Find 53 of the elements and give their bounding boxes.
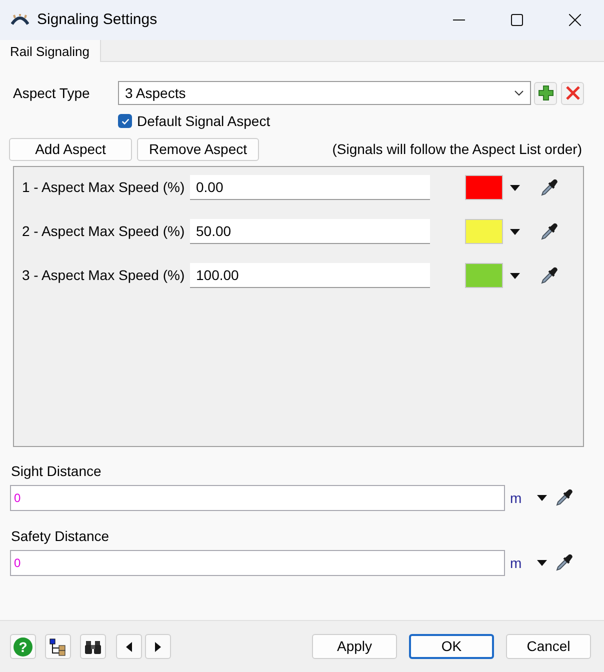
unit-label: m bbox=[510, 488, 522, 508]
help-button[interactable]: ? bbox=[10, 634, 36, 659]
aspect-type-dropdown[interactable]: 3 Aspects bbox=[118, 81, 531, 105]
color-swatch[interactable] bbox=[465, 263, 503, 288]
color-swatch[interactable] bbox=[465, 219, 503, 244]
window-title: Signaling Settings bbox=[37, 10, 158, 30]
close-icon bbox=[564, 85, 580, 101]
hint-text: (Signals will follow the Aspect List order) bbox=[332, 140, 582, 159]
eyedropper-icon[interactable] bbox=[554, 553, 574, 573]
app-logo-icon bbox=[11, 14, 29, 26]
checkbox[interactable] bbox=[118, 114, 132, 128]
speed-input[interactable]: 100.00 bbox=[190, 263, 430, 288]
previous-button[interactable] bbox=[116, 634, 142, 659]
add-button[interactable] bbox=[534, 82, 557, 104]
eyedropper-icon[interactable] bbox=[554, 488, 574, 508]
tree-view-button[interactable] bbox=[45, 634, 71, 659]
aspect-label: 2 - Aspect Max Speed (%) bbox=[22, 222, 186, 241]
speed-input[interactable]: 50.00 bbox=[190, 219, 430, 244]
speed-input[interactable]: 0.00 bbox=[190, 175, 430, 200]
maximize-icon[interactable] bbox=[511, 14, 523, 26]
caret-icon[interactable] bbox=[510, 272, 520, 278]
checkbox-label: Default Signal Aspect bbox=[137, 112, 270, 131]
aspect-label: 1 - Aspect Max Speed (%) bbox=[22, 178, 186, 197]
caret-icon[interactable] bbox=[510, 228, 520, 234]
next-button[interactable] bbox=[145, 634, 171, 659]
field-label: Safety Distance bbox=[11, 527, 110, 544]
dialog-button[interactable]: Apply bbox=[312, 634, 397, 659]
caret-icon[interactable] bbox=[510, 184, 520, 190]
distance-input[interactable]: 0 bbox=[10, 485, 505, 511]
action-button[interactable]: Add Aspect bbox=[9, 138, 132, 160]
chevron-down-icon bbox=[514, 90, 524, 96]
dialog-button[interactable]: OK bbox=[409, 634, 494, 659]
field-label: Sight Distance bbox=[11, 462, 102, 479]
tab[interactable]: Rail Signaling bbox=[0, 40, 100, 63]
eyedropper-icon[interactable] bbox=[539, 178, 559, 198]
distance-input[interactable]: 0 bbox=[10, 550, 505, 576]
caret-icon[interactable] bbox=[536, 560, 547, 566]
color-swatch[interactable] bbox=[465, 175, 503, 200]
checkmark-icon bbox=[120, 116, 130, 126]
close-icon[interactable] bbox=[569, 14, 581, 26]
eyedropper-icon[interactable] bbox=[539, 222, 559, 242]
field-label: Aspect Type bbox=[13, 84, 91, 103]
eyedropper-icon[interactable] bbox=[539, 266, 559, 286]
unit-label: m bbox=[510, 554, 522, 572]
caret-icon[interactable] bbox=[536, 495, 547, 501]
right-triangle-icon bbox=[155, 642, 161, 652]
dialog-button[interactable]: Cancel bbox=[506, 634, 591, 659]
binoculars-button[interactable] bbox=[80, 634, 106, 659]
left-triangle-icon bbox=[126, 642, 132, 652]
aspect-label: 3 - Aspect Max Speed (%) bbox=[22, 266, 186, 285]
action-button[interactable]: Remove Aspect bbox=[137, 138, 259, 160]
delete-button[interactable] bbox=[561, 82, 584, 104]
binoculars-icon bbox=[84, 638, 102, 654]
